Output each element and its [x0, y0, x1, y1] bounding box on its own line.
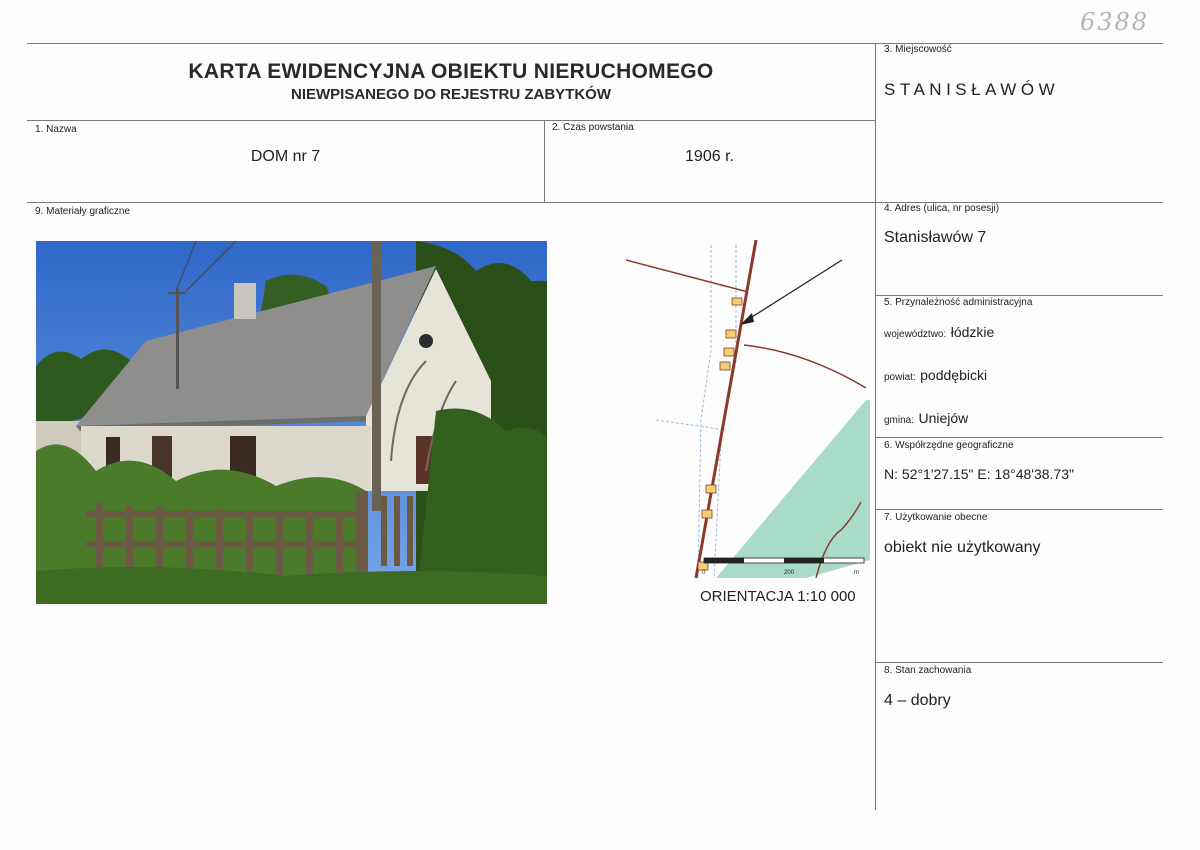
scale-zero-label: 0 [702, 570, 706, 576]
column-divider-main [875, 43, 876, 810]
wojewodztwo-line: województwo: łódzkie [884, 324, 994, 342]
czas-value: 1906 r. [685, 148, 734, 165]
wspolrzedne-label: 6. Współrzędne geograficzne [884, 440, 1014, 451]
scale-mid-label: 200 [784, 570, 795, 576]
powiat-line: powiat: poddębicki [884, 367, 987, 385]
map-orientation-caption: ORIENTACJA 1:10 000 [700, 588, 856, 605]
row-divider-right-5 [875, 295, 1163, 296]
powiat-key: powiat: [884, 372, 916, 383]
gmina-line: gmina: Uniejów [884, 410, 968, 428]
powiat-value: poddębicki [920, 367, 988, 383]
miejscowosc-label: 3. Miejscowość [884, 44, 952, 55]
przynaleznosc-label: 5. Przynależność administracyjna [884, 297, 1033, 308]
miejscowosc-value: STANISŁAWÓW [884, 80, 1060, 99]
uzytkowanie-label: 7. Użytkowanie obecne [884, 512, 988, 523]
materialy-label: 9. Materiały graficzne [35, 206, 131, 217]
card-title: KARTA EWIDENCYJNA OBIEKTU NIERUCHOMEGO [188, 60, 714, 83]
stan-value: 4 – dobry [884, 692, 951, 709]
row-divider-1 [27, 120, 875, 121]
row-divider-right-6 [875, 437, 1163, 438]
stan-label: 8. Stan zachowania [884, 665, 972, 676]
handwritten-number: 6388 [1080, 8, 1150, 36]
row-divider-right-8 [875, 662, 1163, 663]
wspolrzedne-value: N: 52°1'27.15" E: 18°48'38.73" [884, 466, 1074, 482]
wojewodztwo-value: łódzkie [950, 324, 995, 340]
nazwa-label: 1. Nazwa [35, 124, 77, 135]
gmina-key: gmina: [884, 415, 915, 426]
card-subtitle: NIEWPISANEGO DO REJESTRU ZABYTKÓW [290, 86, 612, 103]
nazwa-value: DOM nr 7 [250, 148, 321, 165]
uzytkowanie-value: obiekt nie użytkowany [884, 539, 1041, 556]
row-divider-right-7 [875, 509, 1163, 510]
orientation-map: 0 200 m [625, 239, 870, 579]
adres-label: 4. Adres (ulica, nr posesji) [884, 203, 1000, 214]
adres-value: Stanisławów 7 [884, 229, 987, 246]
wojewodztwo-key: województwo: [884, 329, 947, 340]
house-photograph [36, 241, 547, 604]
scale-unit-label: m [854, 570, 859, 576]
gmina-value: Uniejów [918, 410, 969, 426]
top-border [27, 43, 1163, 44]
czas-label: 2. Czas powstania [552, 122, 634, 133]
